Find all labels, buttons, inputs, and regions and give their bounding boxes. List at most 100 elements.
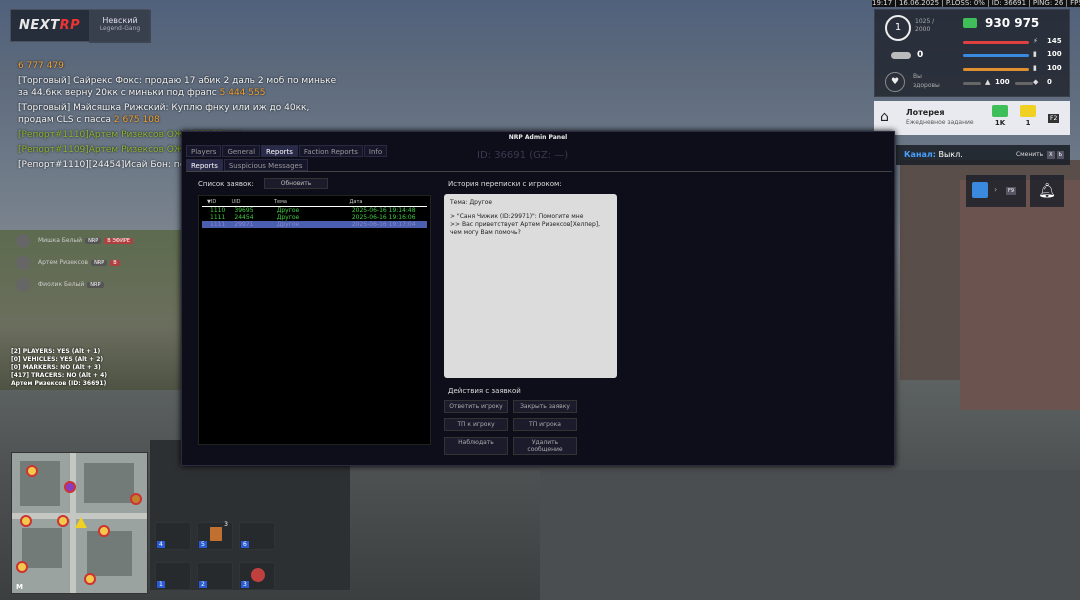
map-marker-icon bbox=[16, 561, 28, 573]
hotbar-slot[interactable]: 35 bbox=[197, 521, 233, 550]
cell-uid: 24454 bbox=[234, 214, 254, 221]
map-marker-icon bbox=[64, 481, 76, 493]
voice-name: Фиолик Белый bbox=[38, 281, 85, 288]
spectate-button[interactable]: Наблюдать bbox=[444, 437, 508, 455]
cloud-icon bbox=[891, 52, 911, 59]
level-xp: 1025 /2000 bbox=[915, 18, 934, 34]
col-uid[interactable]: UID bbox=[232, 199, 274, 205]
table-row[interactable]: 1110 39695 Другое 2025-06-16 19:14:48 bbox=[202, 207, 427, 214]
chat-money: 6 777 479 bbox=[18, 61, 64, 71]
voice-channel[interactable]: Канал: Выкл. Сменить XЬ bbox=[896, 145, 1070, 165]
chat-text: [Торговый] Сайрекс Фокс: продаю 17 абик … bbox=[18, 76, 337, 98]
close-report-button[interactable]: Закрыть заявку bbox=[513, 400, 577, 413]
server-name: Невский bbox=[102, 16, 138, 25]
hotbar-slot[interactable]: 1 bbox=[155, 562, 191, 590]
health-status: Вы здоровы bbox=[913, 72, 940, 90]
table-row-selected[interactable]: 1111 29971 Другое 2025-06-16 19:17:04 bbox=[202, 221, 427, 228]
map-block bbox=[22, 528, 62, 568]
cell-topic: Другое bbox=[276, 214, 300, 221]
subtab-reports[interactable]: Reports bbox=[186, 159, 223, 171]
chat-line: 6 777 479 bbox=[18, 60, 338, 72]
list-title: Список заявок: bbox=[198, 180, 254, 188]
cash-icon bbox=[992, 105, 1008, 117]
minimap-key: M bbox=[16, 583, 23, 591]
tab-faction-reports[interactable]: Faction Reports bbox=[298, 145, 363, 157]
minimap[interactable]: M bbox=[11, 452, 148, 594]
cell-date: 2025-06-16 19:14:48 bbox=[351, 207, 416, 214]
prize-value: 1K bbox=[994, 119, 1006, 127]
tp-to-player-button[interactable]: ТП к игроку bbox=[444, 418, 508, 431]
tab-general[interactable]: General bbox=[222, 145, 261, 157]
cell-id: 1111 bbox=[210, 221, 226, 228]
armor-value: 0 bbox=[1047, 78, 1052, 86]
hotbar-slot[interactable]: 6 bbox=[239, 522, 275, 550]
stat-line: [2] PLAYERS: YES (Alt + 1) bbox=[11, 348, 101, 355]
notifications[interactable]: 🔔︎ bbox=[1030, 175, 1064, 207]
map-marker-icon bbox=[84, 573, 96, 585]
stamina-icon: ▲ bbox=[985, 78, 991, 86]
delete-message-button[interactable]: Удалить сообщение bbox=[513, 437, 577, 455]
hotkey: X bbox=[1047, 151, 1055, 159]
voice-name: Артем Ризексов bbox=[38, 259, 89, 266]
map-marker-icon bbox=[20, 515, 32, 527]
channel-switch[interactable]: Сменить XЬ bbox=[1016, 145, 1064, 165]
hotbar-slot[interactable]: 2 bbox=[197, 562, 233, 590]
tab-reports[interactable]: Reports bbox=[261, 145, 298, 157]
xp-current: 1025 / bbox=[915, 18, 935, 25]
map-marker-icon bbox=[130, 493, 142, 505]
chat-text: [Репорт#1110][24454]Исай Бон: пов bbox=[18, 160, 191, 170]
tab-info[interactable]: Info bbox=[363, 145, 388, 157]
chat-text: [Торговый] Мэйсяшка Рижский: Куплю фнку … bbox=[18, 103, 310, 125]
history-box[interactable]: Тема: Другое > "Саня Чижик (ID:29971)": … bbox=[444, 194, 617, 378]
hotbar-number: 2 bbox=[199, 581, 207, 588]
ticket-icon bbox=[1020, 105, 1036, 117]
debug-stats: [2] PLAYERS: YES (Alt + 1) [0] VEHICLES:… bbox=[11, 348, 107, 388]
bell-icon: 🔔︎ bbox=[1038, 183, 1056, 199]
level-badge: 1 bbox=[885, 15, 911, 41]
calendar-widget[interactable]: › F9 bbox=[966, 175, 1026, 207]
prize-value: 1 bbox=[1025, 119, 1031, 127]
water-bar bbox=[963, 54, 1029, 57]
lottery-widget[interactable]: ⌂ Лотерея Ежедневное задание 1K 1 F2 bbox=[874, 101, 1070, 135]
player-arrow-icon bbox=[75, 517, 87, 528]
hotbar-slot[interactable]: 4 bbox=[155, 522, 191, 550]
col-topic[interactable]: Тема bbox=[274, 199, 350, 205]
cell-topic: Другое bbox=[276, 207, 300, 214]
admin-panel: NRP Admin Panel Players General Reports … bbox=[181, 131, 895, 466]
history-message: >> Вас приветствует Артем Ризексов[Хелпе… bbox=[450, 221, 600, 236]
reply-button[interactable]: Ответить игроку bbox=[444, 400, 508, 413]
window-title: NRP Admin Panel bbox=[508, 134, 568, 141]
subtab-suspicious[interactable]: Suspicious Messages bbox=[223, 159, 308, 171]
refresh-button[interactable]: Обновить bbox=[264, 178, 328, 189]
map-marker-icon bbox=[57, 515, 69, 527]
stat-line: Артем Ризексов (ID: 36691) bbox=[11, 380, 107, 387]
hotbar-number: 5 bbox=[199, 541, 207, 548]
stat-line: [0] VEHICLES: YES (Alt + 2) bbox=[11, 356, 104, 363]
col-date[interactable]: Дата bbox=[350, 199, 426, 205]
subtab-bar: Reports Suspicious Messages bbox=[186, 159, 309, 171]
food-value: 100 bbox=[1047, 64, 1062, 72]
item-count: 3 bbox=[224, 521, 228, 528]
channel-switch-label: Сменить bbox=[1015, 151, 1044, 158]
table-row[interactable]: 1111 24454 Другое 2025-06-16 19:16:06 bbox=[202, 214, 427, 221]
hotbar-slot[interactable]: 3 bbox=[239, 562, 275, 590]
health-value: 145 bbox=[1047, 37, 1062, 45]
tab-players[interactable]: Players bbox=[186, 145, 222, 157]
prize-cash: 1K bbox=[988, 105, 1012, 127]
prize-ticket: 1 bbox=[1016, 105, 1040, 127]
hotbar-number: 3 bbox=[241, 581, 249, 588]
reports-list: ▼ID UID Тема Дата 1110 39695 Другое 2025-06… bbox=[198, 195, 431, 445]
chat-line: [Торговый] Сайрекс Фокс: продаю 17 абик … bbox=[18, 75, 338, 99]
tp-player-button[interactable]: ТП игрока bbox=[513, 418, 577, 431]
player-hud: 1 1025 /2000 930 975 0 ♥ Вы здоровы ⚡ 145… bbox=[874, 9, 1070, 97]
water-value: 100 bbox=[1047, 50, 1062, 58]
avatar bbox=[16, 255, 30, 270]
chat-line: [Торговый] Мэйсяшка Рижский: Куплю фнку … bbox=[18, 102, 338, 126]
hotbar-number: 4 bbox=[157, 541, 165, 548]
status-strip: 19:17 | 16.06.2025 | P.LOSS: 0% | ID: 36… bbox=[872, 0, 1080, 7]
col-id[interactable]: ▼ID bbox=[207, 199, 232, 205]
hotbar-number: 6 bbox=[241, 541, 249, 548]
voice-list: Мишка Белый NRP В ЭФИРЕ Артем Ризексов NRP В… bbox=[16, 233, 176, 301]
food-icon: ▮ bbox=[1033, 64, 1037, 72]
logo-brand-b: RP bbox=[59, 18, 81, 33]
